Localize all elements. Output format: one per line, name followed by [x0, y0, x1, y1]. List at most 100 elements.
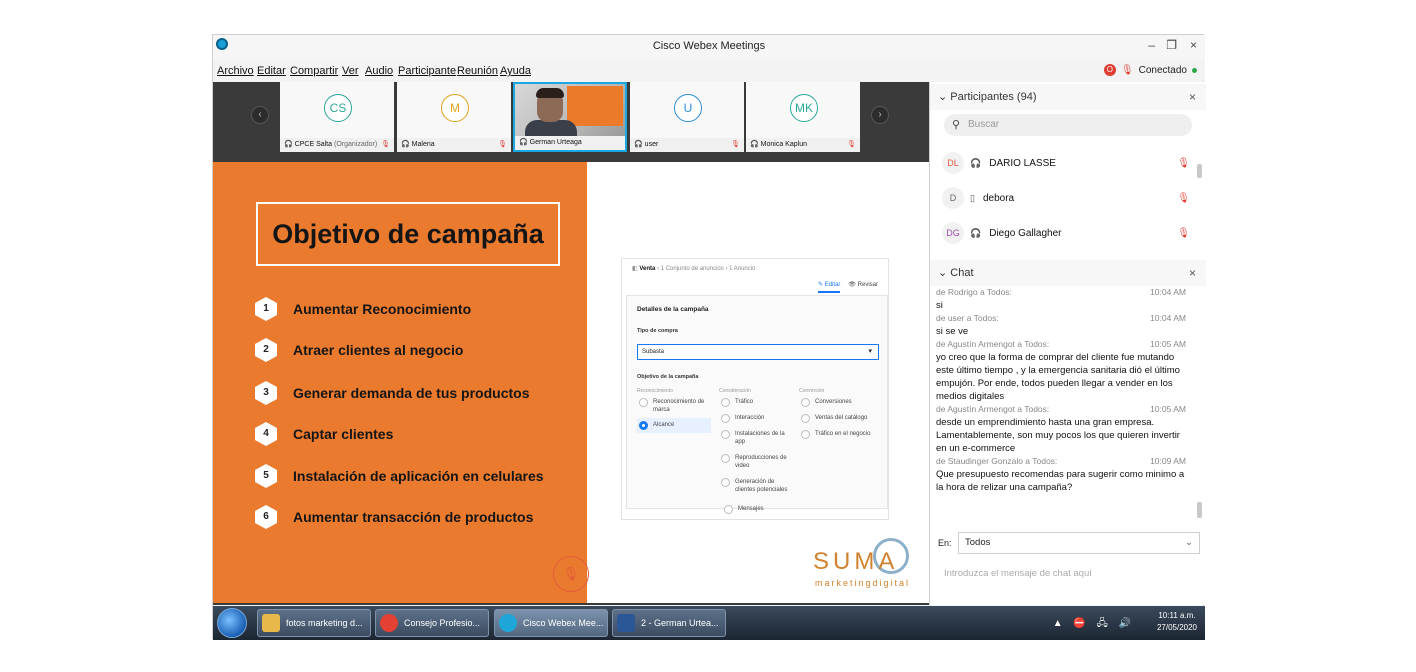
strip-prev-button[interactable]: ‹	[251, 106, 269, 124]
menu-editar[interactable]: Editar	[257, 65, 286, 77]
menu-ver[interactable]: Ver	[342, 65, 359, 77]
menu-bar: Archivo Editar Compartir Ver Audio Parti…	[213, 59, 1205, 81]
close-participants-button[interactable]: ×	[1189, 84, 1196, 110]
chat-message: de Agustín Armengot a Todos: 10:05 AM desd…	[936, 404, 1186, 454]
objective-option: Reproducciones de video	[721, 454, 795, 470]
objective-text: Generar demanda de tus productos	[293, 385, 530, 401]
objective-text: Instalación de aplicación en celulares	[293, 468, 544, 484]
objective-text: Aumentar Reconocimiento	[293, 301, 472, 317]
webex-icon	[499, 614, 517, 632]
headset-icon: 🎧	[970, 157, 982, 168]
menu-participante[interactable]: Participante	[398, 65, 456, 77]
title-bar: Cisco Webex Meetings – ❐ ×	[213, 35, 1205, 59]
word-icon	[617, 614, 635, 632]
participant-search-input[interactable]: ⚲ Buscar	[944, 114, 1192, 136]
taskbar-item[interactable]: Consejo Profesio...	[375, 609, 489, 637]
video-tile-malena[interactable]: M 🎧 Malena 🎙	[397, 82, 511, 152]
chat-scrollbar[interactable]	[1197, 502, 1202, 518]
avatar: CS	[324, 94, 352, 122]
objective-number: 1	[255, 297, 277, 321]
slide-title: Objetivo de campaña	[256, 202, 560, 266]
avatar: DL	[942, 152, 964, 174]
restore-button[interactable]: ❐	[1166, 38, 1177, 52]
campaign-details-card: Detalles de la campaña Tipo de compra Su…	[626, 295, 888, 509]
objective-item: 6 Aumentar transacción de productos	[255, 505, 533, 529]
chat-message: de Rodrigo a Todos: 10:04 AM si	[936, 287, 1186, 311]
objective-option: Generación de clientes potenciales	[721, 478, 795, 494]
video-tile-german[interactable]: 🎧 German Urteaga	[513, 82, 627, 152]
avatar: DG	[942, 222, 964, 244]
participant-name: debora	[982, 192, 1015, 204]
muted-mic-icon: 🎙	[731, 141, 740, 148]
chat-to-label: En:	[938, 538, 952, 548]
video-tile-mk[interactable]: MK 🎧 Monica Kaplun 🎙	[746, 82, 860, 152]
objective-text: Atraer clientes al negocio	[293, 342, 464, 358]
chat-recipient-select[interactable]: Todos ⌄	[958, 532, 1200, 554]
menu-archivo[interactable]: Archivo	[217, 65, 254, 77]
chat-title: Chat	[950, 267, 974, 279]
recording-icon[interactable]: O	[1103, 64, 1116, 76]
connection-status: O 🎙 Conectado	[1103, 64, 1197, 76]
objective-item: 5 Instalación de aplicación en celulares	[255, 464, 544, 488]
avatar: MK	[790, 94, 818, 122]
chat-message: de user a Todos: 10:04 AM si se ve	[936, 313, 1186, 337]
video-tile-user[interactable]: U 🎧 user 🎙	[630, 82, 744, 152]
objective-text: Aumentar transacción de productos	[293, 509, 534, 525]
objective-option-selected: Alcance	[637, 418, 711, 433]
menu-compartir[interactable]: Compartir	[290, 65, 338, 77]
right-panel: ⌄ Participantes (94) × ⚲ Buscar DL 🎧 DAR…	[929, 82, 1206, 605]
buy-type-select: Subasta ▾	[637, 344, 879, 360]
close-button[interactable]: ×	[1190, 38, 1197, 52]
shared-content-area: Objetivo de campaña 1 Aumentar Reconocim…	[213, 154, 929, 605]
objective-option: Tráfico en el negocio	[801, 430, 875, 439]
taskbar-item-active[interactable]: Cisco Webex Mee...	[494, 609, 608, 637]
phone-icon: ▯	[970, 192, 975, 203]
collapse-chevron-icon[interactable]: ⌄	[938, 91, 947, 103]
participant-video-strip: ‹ CS 🎧 CPCE Salta (Organizador) 🎙 M 🎧 Mal…	[213, 82, 929, 154]
connected-dot-icon	[1192, 67, 1197, 73]
menu-audio[interactable]: Audio	[365, 65, 393, 77]
objective-option: Tráfico	[721, 398, 795, 407]
chat-header[interactable]: ⌄ Chat ×	[930, 260, 1206, 286]
objective-number: 5	[255, 464, 277, 488]
chat-messages: de Rodrigo a Todos: 10:04 AM si de user a …	[936, 286, 1192, 518]
system-tray-icons[interactable]: ▲ ⛔ 🖧 🔊	[1053, 616, 1135, 633]
start-button[interactable]	[217, 608, 247, 638]
participants-header[interactable]: ⌄ Participantes (94) ×	[930, 84, 1206, 110]
objective-item: 1 Aumentar Reconocimiento	[255, 297, 471, 321]
unmute-mic-button[interactable]: 🎙	[553, 556, 589, 592]
menu-reunion[interactable]: Reunión	[457, 65, 498, 77]
menu-ayuda[interactable]: Ayuda	[500, 65, 531, 77]
objective-option: Ventas del catálogo	[801, 414, 875, 423]
taskbar-item[interactable]: fotos marketing d...	[257, 609, 371, 637]
search-icon: ⚲	[952, 119, 961, 131]
participant-row[interactable]: DG 🎧 Diego Gallagher 🎙	[942, 222, 1194, 244]
chat-message: de Agustín Armengot a Todos: 10:05 AM yo c…	[936, 339, 1186, 402]
tile-name: 🎧 Monica Kaplun 🎙	[746, 138, 860, 152]
objective-option: Reconocimiento de marca	[639, 398, 713, 414]
minimize-button[interactable]: –	[1148, 38, 1155, 52]
clock[interactable]: 10:11 a.m. 27/05/2020	[1157, 610, 1197, 634]
presentation-slide: Objetivo de campaña 1 Aumentar Reconocim…	[213, 162, 929, 603]
window-title: Cisco Webex Meetings	[652, 40, 766, 52]
muted-mic-icon: 🎙	[847, 141, 856, 148]
webex-window: Cisco Webex Meetings – ❐ × Archivo Edita…	[212, 34, 1206, 640]
windows-taskbar: fotos marketing d... Consejo Profesio...…	[213, 606, 1205, 640]
collapse-chevron-icon[interactable]: ⌄	[938, 267, 947, 279]
participant-row[interactable]: DL 🎧 DARIO LASSE 🎙	[942, 152, 1194, 174]
taskbar-item[interactable]: 2 - German Urtea...	[612, 609, 726, 637]
chat-message-input[interactable]: Introduzca el mensaje de chat aquí	[944, 568, 1092, 579]
muted-mic-icon[interactable]: 🎙	[1121, 65, 1134, 76]
strip-next-button[interactable]: ›	[871, 106, 889, 124]
brand-tagline: marketingdigital	[815, 578, 911, 588]
tile-name: 🎧 German Urteaga	[515, 136, 625, 150]
objective-item: 4 Captar clientes	[255, 422, 393, 446]
video-tile-cs[interactable]: CS 🎧 CPCE Salta (Organizador) 🎙	[280, 82, 394, 152]
objective-option: Instalaciones de la app	[721, 430, 795, 446]
tile-name: 🎧 user 🎙	[630, 138, 744, 152]
close-chat-button[interactable]: ×	[1189, 260, 1196, 286]
participant-row[interactable]: D ▯ debora 🎙	[942, 187, 1194, 209]
participant-name: DARIO LASSE	[989, 157, 1056, 169]
avatar: D	[942, 187, 964, 209]
participants-scrollbar[interactable]	[1197, 164, 1202, 178]
